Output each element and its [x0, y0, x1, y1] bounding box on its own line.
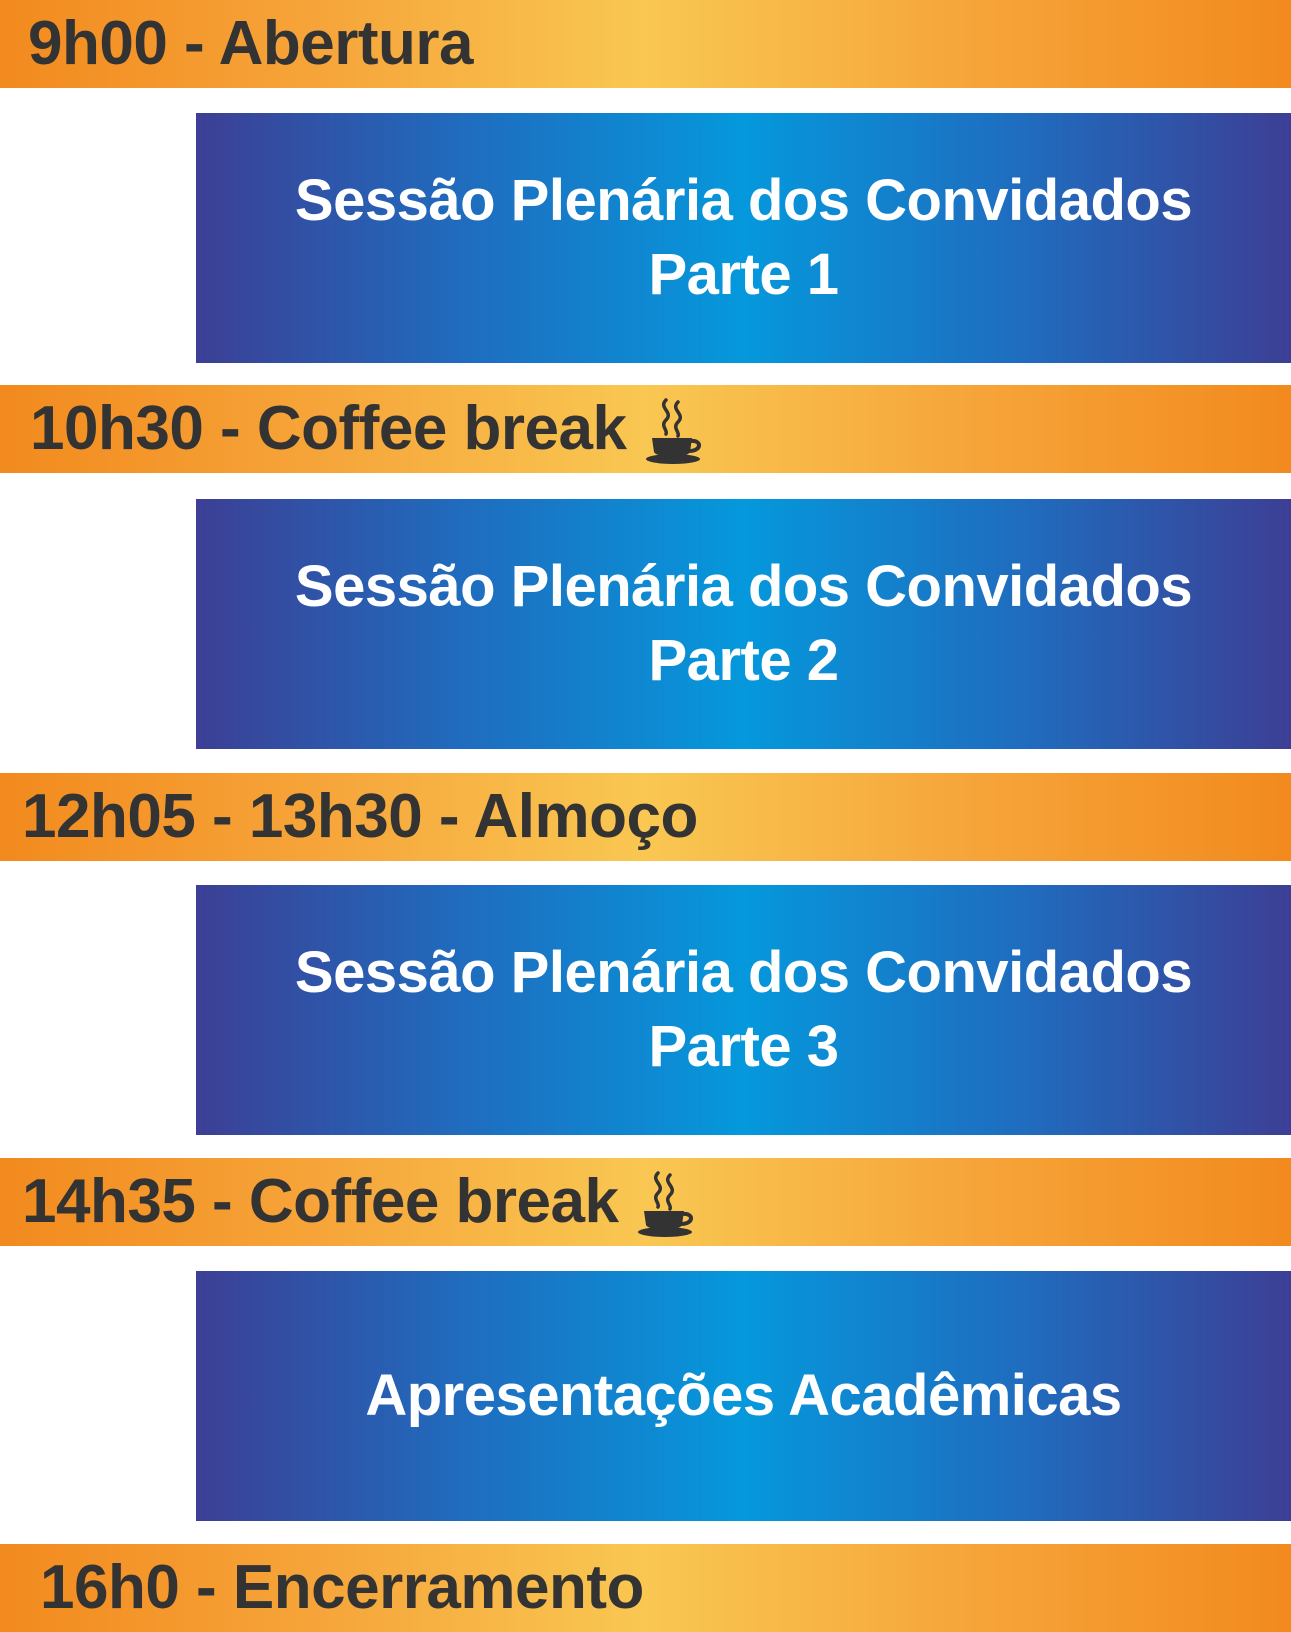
session-1-line2: Parte 1 [648, 242, 839, 307]
session-3-line1: Sessão Plenária dos Convidados [294, 940, 1193, 1005]
session-title-3: Sessão Plenária dos Convidados Parte 3 [294, 936, 1193, 1084]
time-label-lunch: 12h05 - 13h30 - Almoço [22, 782, 698, 851]
session-2-line2: Parte 2 [648, 628, 839, 693]
session-title-2: Sessão Plenária dos Convidados Parte 2 [294, 550, 1193, 698]
time-bar-coffee-break-1: 10h30 - Coffee break [0, 385, 1291, 473]
session-block-2: Sessão Plenária dos Convidados Parte 2 [196, 499, 1291, 749]
time-bar-coffee-break-2: 14h35 - Coffee break [0, 1158, 1291, 1246]
coffee-cup-icon [636, 1169, 698, 1239]
time-label-coffee-break-2: 14h35 - Coffee break [22, 1167, 619, 1236]
session-block-3: Sessão Plenária dos Convidados Parte 3 [196, 885, 1291, 1135]
session-title-4: Apresentações Acadêmicas [365, 1359, 1122, 1433]
session-title-1: Sessão Plenária dos Convidados Parte 1 [294, 164, 1193, 312]
time-label-closing: 16h0 - Encerramento [40, 1553, 644, 1622]
coffee-cup-icon [644, 396, 706, 466]
session-block-4: Apresentações Acadêmicas [196, 1271, 1291, 1521]
time-bar-closing: 16h0 - Encerramento [0, 1544, 1291, 1632]
time-bar-lunch: 12h05 - 13h30 - Almoço [0, 773, 1291, 861]
time-label-opening: 9h00 - Abertura [28, 9, 474, 78]
session-2-line1: Sessão Plenária dos Convidados [294, 554, 1193, 619]
session-1-line1: Sessão Plenária dos Convidados [294, 168, 1193, 233]
session-3-line2: Parte 3 [648, 1014, 839, 1079]
session-4-line1: Apresentações Acadêmicas [365, 1363, 1122, 1428]
time-label-coffee-break-1: 10h30 - Coffee break [30, 394, 627, 463]
time-bar-opening: 9h00 - Abertura [0, 0, 1291, 88]
session-block-1: Sessão Plenária dos Convidados Parte 1 [196, 113, 1291, 363]
